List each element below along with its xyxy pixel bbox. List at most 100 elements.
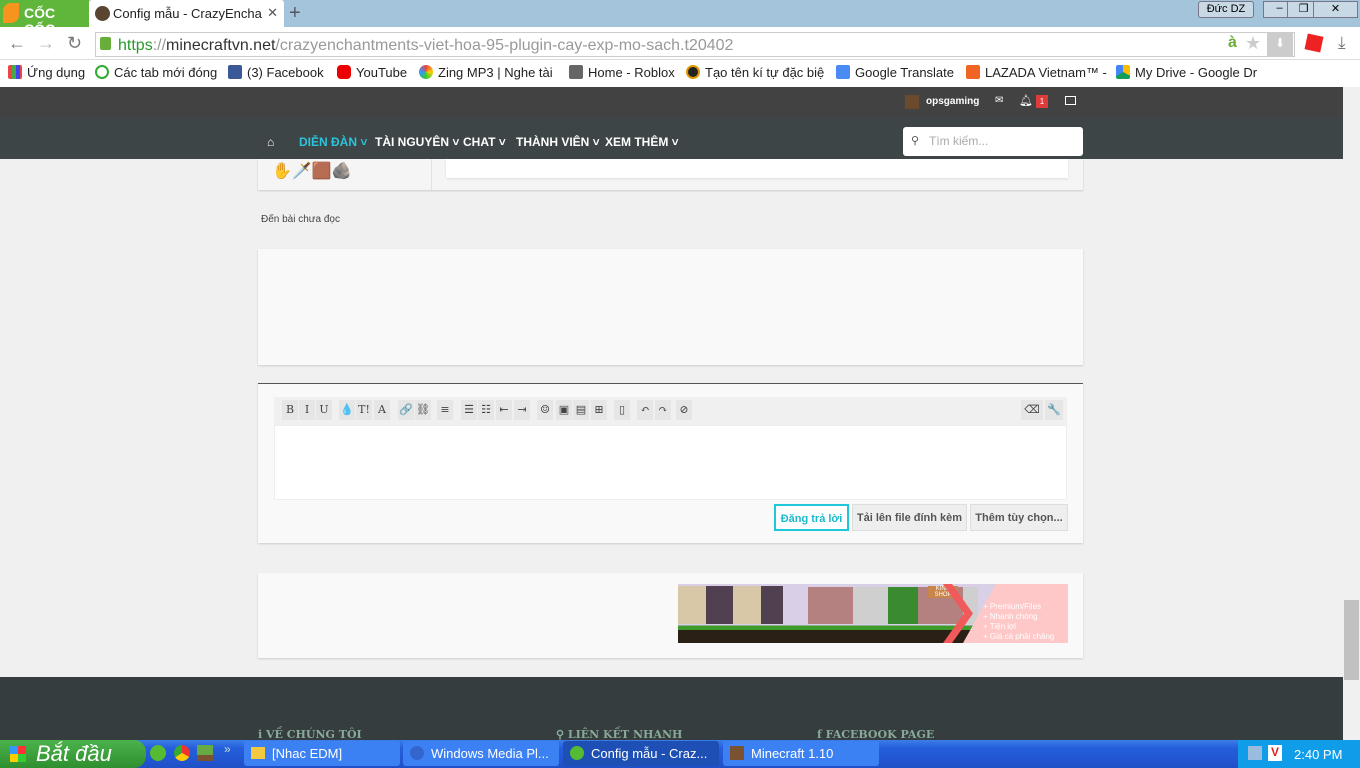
- start-button[interactable]: Bắt đầu: [0, 740, 146, 768]
- downloads-icon[interactable]: ⤓: [1338, 33, 1346, 53]
- url-input[interactable]: https://minecraftvn.net/crazyenchantment…: [95, 32, 1295, 57]
- bookmark-recent-tabs[interactable]: Các tab mới đóng: [95, 65, 217, 80]
- bookmark-special-chars[interactable]: Tạo tên kí tự đặc biệ: [686, 65, 824, 80]
- outdent-icon[interactable]: ⇤: [496, 400, 512, 420]
- chrome-quicklaunch-icon[interactable]: [174, 745, 190, 761]
- bookmark-roblox[interactable]: Home - Roblox: [569, 65, 675, 80]
- align-icon[interactable]: ≡: [437, 400, 453, 420]
- bullet-list-icon[interactable]: ☰: [461, 400, 477, 420]
- screen-icon[interactable]: [1065, 96, 1076, 105]
- search-input[interactable]: Tìm kiếm...: [903, 127, 1083, 156]
- task-browser[interactable]: Config mẫu - Craz...: [563, 741, 719, 766]
- media-icon[interactable]: ▤: [573, 400, 589, 420]
- bookmark-label: Zing MP3 | Nghe tài: [438, 65, 553, 80]
- undo-icon[interactable]: ↶: [637, 400, 653, 420]
- bookmark-drive[interactable]: My Drive - Google Dr: [1116, 65, 1257, 80]
- task-wmp[interactable]: Windows Media Pl...: [403, 741, 559, 766]
- eraser-icon[interactable]: ⌫: [1021, 400, 1043, 420]
- chevron-more-icon[interactable]: »: [224, 742, 231, 756]
- avatar[interactable]: [905, 95, 919, 109]
- bookmark-label: LAZADA Vietnam™ -: [985, 65, 1107, 80]
- post-reply-button[interactable]: Đăng trả lời: [774, 504, 849, 531]
- bookmark-label: YouTube: [356, 65, 408, 80]
- shop-banner[interactable]: KING SHOP + Premium/Files + Nhanh chóng + …: [678, 584, 1068, 643]
- antivirus-icon[interactable]: V: [1268, 745, 1282, 761]
- profile-button[interactable]: Đức DZ: [1198, 1, 1254, 18]
- unlink-icon[interactable]: ⛓: [415, 400, 431, 420]
- close-tab-icon[interactable]: ✕: [267, 5, 278, 21]
- translate-icon[interactable]: à: [1228, 34, 1237, 52]
- browser-tab-active[interactable]: Config mẫu - CrazyEncha ✕: [89, 0, 284, 27]
- italic-icon[interactable]: I: [299, 400, 315, 420]
- upload-attachment-button[interactable]: Tải lên file đính kèm: [852, 504, 967, 531]
- task-minecraft[interactable]: Minecraft 1.10: [723, 741, 879, 766]
- nav-label: DIỄN ĐÀN: [299, 135, 358, 149]
- bookmark-facebook[interactable]: (3) Facebook: [228, 65, 324, 80]
- redo-icon[interactable]: ↷: [655, 400, 671, 420]
- bookmark-google-translate[interactable]: Google Translate: [836, 65, 954, 80]
- task-folder[interactable]: [Nhac EDM]: [244, 741, 400, 766]
- inbox-icon[interactable]: ✉: [995, 95, 1003, 106]
- toggle-bbcode-icon[interactable]: ⊘: [676, 400, 692, 420]
- tab-title: Config mẫu - CrazyEncha: [113, 6, 262, 21]
- wmp-icon: [410, 746, 424, 760]
- home-icon[interactable]: ⌂: [267, 135, 274, 149]
- smilies-icon[interactable]: ☺: [537, 400, 553, 420]
- save-draft-icon[interactable]: ▯: [614, 400, 630, 420]
- forward-icon[interactable]: →: [37, 33, 55, 54]
- nav-label: CHAT: [463, 135, 496, 149]
- task-label: Minecraft 1.10: [751, 746, 834, 761]
- coccoc-quicklaunch-icon[interactable]: [150, 745, 166, 761]
- wrench-icon[interactable]: 🔧: [1045, 400, 1063, 420]
- network-icon[interactable]: [1248, 746, 1262, 760]
- bookmarks-bar: Ứng dụng Các tab mới đóng (3) Facebook Y…: [0, 60, 1360, 87]
- underline-icon[interactable]: U: [316, 400, 332, 420]
- font-icon[interactable]: A: [374, 400, 390, 420]
- empty-panel: [258, 249, 1083, 365]
- roblox-extension-icon[interactable]: [1304, 33, 1324, 53]
- indent-icon[interactable]: ⇥: [514, 400, 530, 420]
- clock[interactable]: 2:40 PM: [1294, 747, 1342, 762]
- message-textarea[interactable]: [274, 425, 1067, 500]
- nav-label: TÀI NGUYÊN: [375, 135, 450, 149]
- banner-line: + Giá cả phải chăng: [983, 632, 1055, 641]
- link-icon[interactable]: 🔗: [398, 400, 414, 420]
- bold-icon[interactable]: B: [282, 400, 298, 420]
- image-icon[interactable]: ▣: [556, 400, 572, 420]
- bookmark-youtube[interactable]: YouTube: [337, 65, 407, 80]
- trophy-icons: ✋🗡️🟫🪨: [272, 163, 352, 180]
- new-tab-button[interactable]: +: [289, 2, 301, 25]
- bookmark-label: Ứng dụng: [27, 65, 86, 80]
- bookmark-lazada[interactable]: LAZADA Vietnam™ -: [966, 65, 1107, 80]
- nav-forum[interactable]: DIỄN ĐÀN ˅: [299, 135, 367, 149]
- bookmark-label: Tạo tên kí tự đặc biệ: [705, 65, 825, 80]
- download-mode-icon[interactable]: ⬇: [1267, 32, 1293, 57]
- nav-resources[interactable]: TÀI NGUYÊN ˅: [375, 135, 459, 149]
- back-icon[interactable]: ←: [8, 33, 26, 54]
- color-icon[interactable]: 💧: [339, 400, 355, 420]
- more-options-button[interactable]: Thêm tùy chọn...: [970, 504, 1068, 531]
- url-scheme: https: [118, 37, 153, 54]
- bookmark-label: Các tab mới đóng: [114, 65, 218, 80]
- scrollbar-thumb[interactable]: [1344, 600, 1359, 680]
- nav-members[interactable]: THÀNH VIÊN ˅: [516, 135, 600, 149]
- minecraft-quicklaunch-icon[interactable]: [197, 745, 213, 761]
- font-size-icon[interactable]: T!: [356, 400, 372, 420]
- close-window-button[interactable]: ✕: [1313, 1, 1358, 18]
- star-icon[interactable]: ★: [1245, 33, 1261, 54]
- numbered-list-icon[interactable]: ☷: [478, 400, 494, 420]
- bookmark-zing[interactable]: Zing MP3 | Nghe tài: [419, 65, 553, 80]
- nav-chat[interactable]: CHAT ˅: [463, 135, 506, 149]
- username-link[interactable]: opsgaming: [926, 96, 979, 107]
- unread-posts-link[interactable]: Đến bài chưa đọc: [261, 214, 340, 225]
- bell-icon[interactable]: 🔔︎: [1019, 94, 1033, 107]
- nav-more[interactable]: XEM THÊM ˅: [605, 135, 679, 149]
- banner-line: + Nhanh chóng: [983, 612, 1038, 621]
- bookmark-apps[interactable]: Ứng dụng: [8, 65, 85, 80]
- banner-line: + Premium/Files: [983, 602, 1042, 611]
- url-host: minecraftvn.net: [166, 37, 276, 54]
- browser-logo[interactable]: CỐC CỐC: [0, 0, 89, 37]
- reload-icon[interactable]: ↻: [67, 33, 82, 54]
- task-label: [Nhac EDM]: [272, 746, 343, 761]
- insert-icon[interactable]: ⊞: [591, 400, 607, 420]
